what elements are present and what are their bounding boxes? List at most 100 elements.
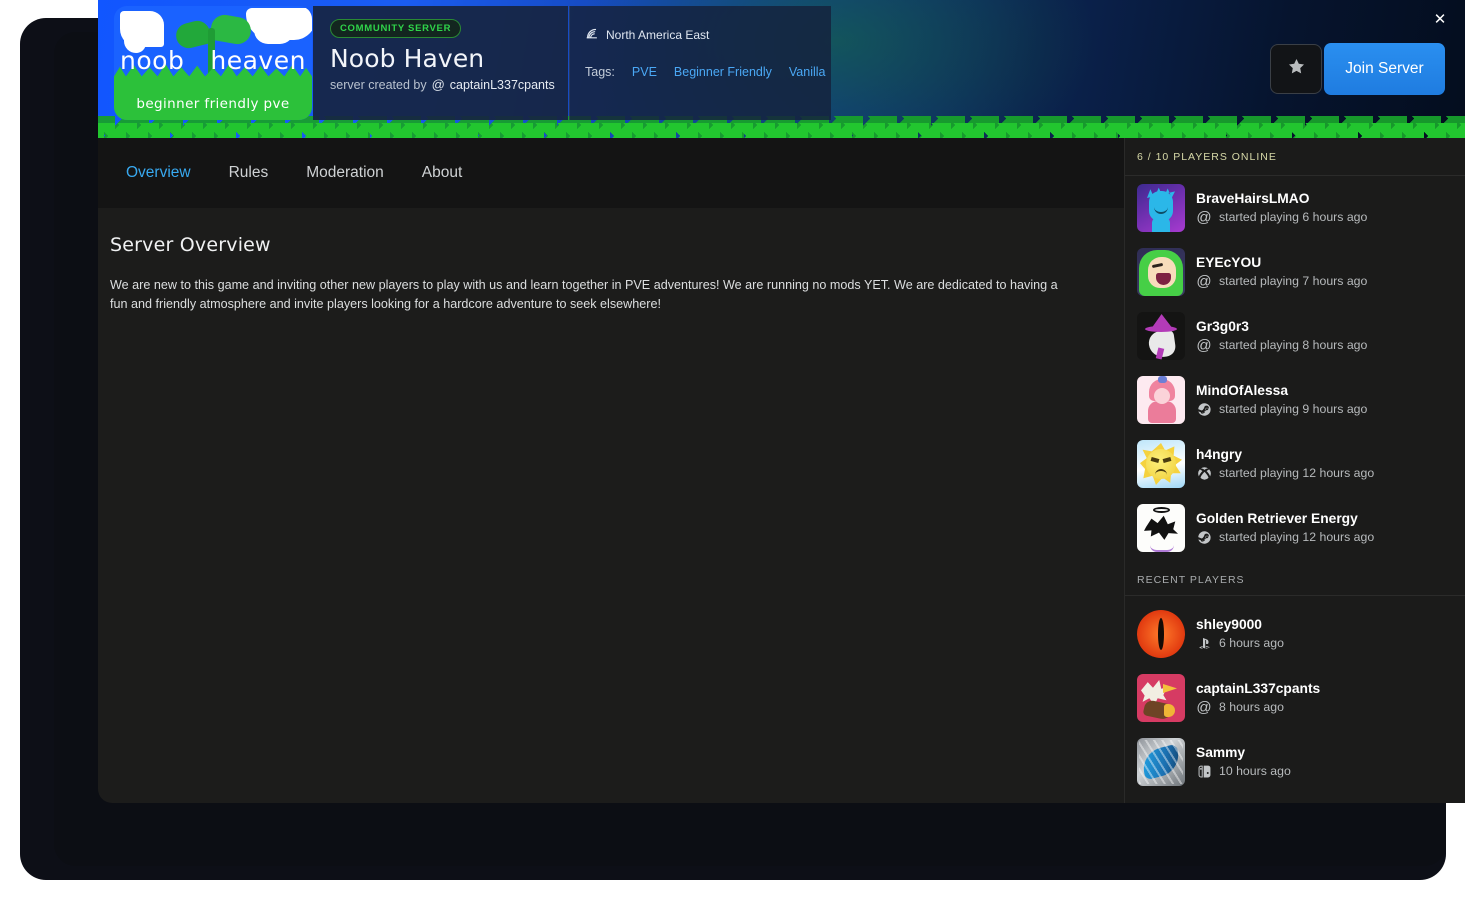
player-status: started playing 12 hours ago bbox=[1196, 465, 1374, 481]
logo-word-left: noob bbox=[120, 46, 185, 75]
overview-panel: Server Overview We are new to this game … bbox=[98, 208, 1124, 744]
signal-icon bbox=[585, 26, 599, 43]
server-name: Noob Haven bbox=[330, 44, 485, 73]
player-status-label: 8 hours ago bbox=[1219, 700, 1284, 714]
player-status: @8 hours ago bbox=[1196, 698, 1320, 716]
at-icon: @ bbox=[1196, 336, 1212, 354]
avatar bbox=[1137, 504, 1185, 552]
star-icon bbox=[1287, 57, 1306, 81]
player-row[interactable]: shley9000 6 hours ago bbox=[1125, 602, 1465, 666]
join-server-button[interactable]: Join Server bbox=[1324, 43, 1445, 95]
favorite-button[interactable] bbox=[1270, 44, 1322, 94]
player-row[interactable]: Golden Retriever Energy started playing 1… bbox=[1125, 496, 1465, 560]
player-status: started playing 9 hours ago bbox=[1196, 401, 1367, 417]
player-text: EYEcYOU @ started playing 7 hours ago bbox=[1196, 255, 1368, 290]
tab-overview[interactable]: Overview bbox=[124, 160, 193, 186]
player-row[interactable]: h4ngry started playing 12 hours ago bbox=[1125, 432, 1465, 496]
page-title: Server Overview bbox=[110, 234, 271, 256]
tab-bar: Overview Rules Moderation About bbox=[98, 138, 1124, 208]
player-status-label: started playing 8 hours ago bbox=[1219, 338, 1368, 352]
switch-icon bbox=[1196, 763, 1212, 779]
app-root: noob heaven beginner friendly pve COMMUNI… bbox=[0, 0, 1465, 906]
server-details-modal: noob heaven beginner friendly pve COMMUNI… bbox=[98, 0, 1465, 803]
player-status-label: started playing 6 hours ago bbox=[1219, 210, 1368, 224]
server-meta-panel: COMMUNITY SERVER Noob Haven server creat… bbox=[313, 6, 568, 120]
player-row[interactable]: captainL337cpants @8 hours ago bbox=[1125, 666, 1465, 730]
player-text: shley9000 6 hours ago bbox=[1196, 617, 1284, 651]
tag-vanilla[interactable]: Vanilla bbox=[789, 65, 826, 79]
player-row[interactable]: Gr3g0r3 @ started playing 8 hours ago bbox=[1125, 304, 1465, 368]
player-text: Gr3g0r3 @ started playing 8 hours ago bbox=[1196, 319, 1368, 354]
created-by-label: server created by bbox=[330, 77, 427, 92]
player-name: EYEcYOU bbox=[1196, 255, 1262, 270]
player-status-label: started playing 12 hours ago bbox=[1219, 530, 1375, 544]
tab-about[interactable]: About bbox=[420, 160, 465, 186]
player-status: @ started playing 7 hours ago bbox=[1196, 273, 1368, 290]
creator-name[interactable]: captainL337cpants bbox=[450, 78, 555, 92]
player-status-label: started playing 7 hours ago bbox=[1219, 274, 1368, 288]
player-status-label: 6 hours ago bbox=[1219, 636, 1284, 650]
tag-beginner-friendly[interactable]: Beginner Friendly bbox=[674, 65, 772, 79]
player-name: Golden Retriever Energy bbox=[1196, 511, 1358, 526]
avatar bbox=[1137, 674, 1185, 722]
at-icon: @ bbox=[1196, 698, 1212, 716]
steam-icon bbox=[1196, 529, 1212, 545]
avatar bbox=[1137, 248, 1185, 296]
banner-grass-front bbox=[98, 123, 1465, 138]
player-status: 10 hours ago bbox=[1196, 763, 1291, 779]
player-status-label: started playing 9 hours ago bbox=[1219, 402, 1368, 416]
player-name: MindOfAlessa bbox=[1196, 383, 1288, 398]
server-info-panel: North America East Tags: PVE Beginner Fr… bbox=[569, 6, 831, 120]
recent-players-list: shley9000 6 hours ago captainL337cpants @8 … bbox=[1125, 596, 1465, 794]
steam-icon bbox=[1196, 401, 1212, 417]
player-name: Gr3g0r3 bbox=[1196, 319, 1249, 334]
avatar bbox=[1137, 312, 1185, 360]
recent-players-header: RECENT PLAYERS bbox=[1125, 560, 1465, 596]
server-tags-row: Tags: PVE Beginner Friendly Vanilla bbox=[585, 65, 831, 79]
xbox-icon bbox=[1196, 465, 1212, 481]
player-text: Golden Retriever Energy started playing 1… bbox=[1196, 511, 1374, 545]
player-row[interactable]: BraveHairsLMAO @ started playing 6 hours a… bbox=[1125, 176, 1465, 240]
server-banner: noob heaven beginner friendly pve COMMUNI… bbox=[98, 0, 1465, 138]
server-logo: noob heaven beginner friendly pve bbox=[114, 6, 312, 120]
community-server-badge: COMMUNITY SERVER bbox=[330, 19, 462, 38]
player-status-label: started playing 12 hours ago bbox=[1219, 466, 1375, 480]
player-sidebar[interactable]: 6 / 10 PLAYERS ONLINE BraveHairsLMAO @ sta… bbox=[1124, 138, 1465, 803]
close-icon[interactable]: ✕ bbox=[1427, 6, 1453, 32]
modal-body: Overview Rules Moderation About Server O… bbox=[98, 138, 1465, 803]
tab-rules[interactable]: Rules bbox=[227, 160, 271, 186]
playstation-icon bbox=[1196, 635, 1212, 651]
overview-description: We are new to this game and inviting oth… bbox=[110, 278, 1058, 311]
player-name: BraveHairsLMAO bbox=[1196, 191, 1310, 206]
logo-word-right: heaven bbox=[210, 46, 306, 75]
cloud-icon bbox=[246, 8, 312, 44]
player-row[interactable]: MindOfAlessa started playing 9 hours ago bbox=[1125, 368, 1465, 432]
player-status: 6 hours ago bbox=[1196, 635, 1284, 651]
server-region-row: North America East bbox=[585, 26, 831, 43]
player-text: Sammy 10 hours ago bbox=[1196, 745, 1291, 779]
tab-moderation[interactable]: Moderation bbox=[304, 160, 386, 186]
player-name: shley9000 bbox=[1196, 617, 1262, 632]
at-icon: @ bbox=[1196, 208, 1212, 226]
server-creator-line: server created by @ captainL337cpants bbox=[330, 77, 568, 92]
main-content-column: Overview Rules Moderation About Server O… bbox=[98, 138, 1124, 803]
avatar bbox=[1137, 184, 1185, 232]
avatar bbox=[1137, 738, 1185, 786]
player-status: @ started playing 6 hours ago bbox=[1196, 208, 1368, 226]
cloud-icon bbox=[120, 11, 164, 53]
tag-pve[interactable]: PVE bbox=[632, 65, 657, 79]
avatar bbox=[1137, 610, 1185, 658]
avatar bbox=[1137, 376, 1185, 424]
player-row[interactable]: Sammy 10 hours ago bbox=[1125, 730, 1465, 794]
player-text: MindOfAlessa started playing 9 hours ago bbox=[1196, 383, 1367, 417]
player-text: captainL337cpants @8 hours ago bbox=[1196, 681, 1320, 716]
tags-label: Tags: bbox=[585, 65, 615, 79]
logo-title: noob heaven bbox=[114, 46, 312, 75]
player-name: Sammy bbox=[1196, 745, 1246, 760]
player-row[interactable]: EYEcYOU @ started playing 7 hours ago bbox=[1125, 240, 1465, 304]
logo-tagline: beginner friendly pve bbox=[136, 96, 290, 112]
player-text: h4ngry started playing 12 hours ago bbox=[1196, 447, 1374, 481]
online-players-list: BraveHairsLMAO @ started playing 6 hours a… bbox=[1125, 176, 1465, 560]
player-status: started playing 12 hours ago bbox=[1196, 529, 1374, 545]
